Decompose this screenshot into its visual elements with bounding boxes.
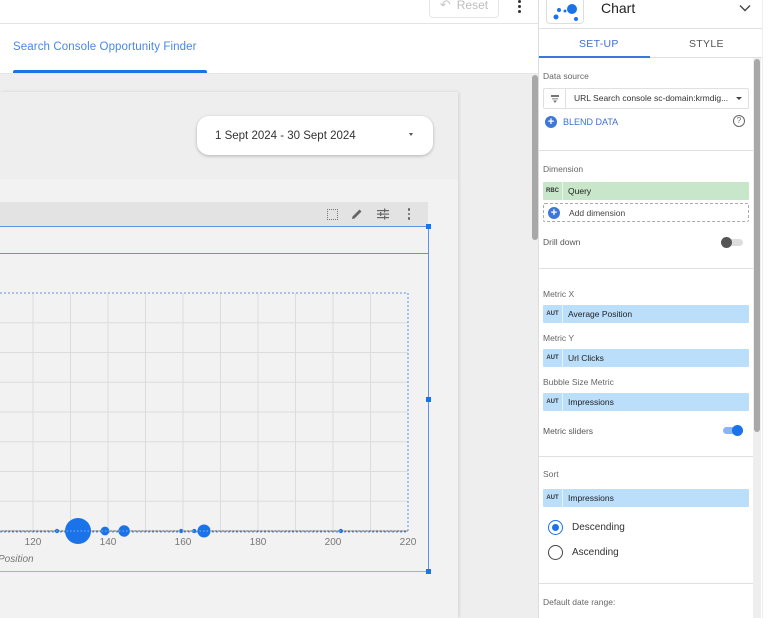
blend-data-label: BLEND DATA	[563, 117, 619, 127]
dropdown-caret-icon	[736, 97, 742, 100]
dimension-label: Dimension	[543, 164, 584, 174]
x-tick-label: 180	[249, 537, 267, 548]
properties-panel: Chart SET-UP STYLE Data source URL Searc…	[538, 0, 763, 618]
chart-toolbar	[0, 202, 428, 226]
section-divider	[539, 150, 753, 151]
database-filter-icon	[544, 89, 566, 108]
date-range-picker[interactable]: 1 Sept 2024 - 30 Sept 2024	[197, 116, 433, 155]
text-type-icon: RBC	[543, 182, 563, 200]
sort-chip[interactable]: AUT Impressions	[543, 489, 749, 507]
chevron-down-icon[interactable]	[739, 2, 751, 14]
add-dimension-button[interactable]: + Add dimension	[543, 203, 749, 222]
section-divider	[539, 583, 753, 584]
reset-button[interactable]: ↶ Reset	[429, 0, 499, 18]
tab-style[interactable]: STYLE	[689, 38, 724, 50]
add-circle-icon: +	[545, 116, 557, 128]
top-header: ↶ Reset	[0, 0, 538, 24]
resize-handle-top-right[interactable]	[426, 224, 431, 229]
metric-y-value: Url Clicks	[568, 353, 604, 363]
help-icon[interactable]: ?	[733, 115, 745, 127]
metric-sliders-toggle[interactable]	[721, 425, 743, 436]
chart-more-vert-icon[interactable]	[403, 208, 415, 220]
bubble-size-chip[interactable]: AUT Impressions	[543, 393, 749, 411]
tab-setup[interactable]: SET-UP	[579, 38, 619, 50]
metric-y-label: Metric Y	[543, 333, 575, 343]
auto-type-icon: AUT	[543, 305, 563, 323]
more-vert-icon[interactable]	[512, 0, 526, 16]
auto-type-icon: AUT	[543, 489, 563, 507]
sort-descending-label[interactable]: Descending	[572, 522, 625, 533]
panel-body: Data source URL Search console sc-domain…	[539, 58, 763, 618]
pencil-icon[interactable]	[351, 208, 363, 220]
active-tab-indicator	[13, 70, 207, 73]
x-tick-label: 220	[399, 537, 417, 548]
add-circle-icon: +	[548, 207, 560, 219]
sort-ascending-radio[interactable]	[548, 545, 563, 560]
x-tick-label: 160	[174, 537, 192, 548]
sort-value: Impressions	[568, 493, 614, 503]
page-tab-bar: Search Console Opportunity Finder	[0, 24, 538, 74]
right-edge-strip	[762, 0, 768, 618]
auto-type-icon: AUT	[543, 349, 563, 367]
dropdown-caret-icon	[409, 133, 413, 136]
blend-data-button[interactable]: + BLEND DATA	[545, 115, 618, 129]
reset-label: Reset	[456, 0, 489, 12]
panel-scrollbar-thumb[interactable]	[754, 59, 760, 432]
auto-type-icon: AUT	[543, 393, 563, 411]
dimension-value: Query	[568, 186, 592, 196]
x-tick-label: 120	[24, 537, 42, 548]
page-tab-search-console-opportunity-finder[interactable]: Search Console Opportunity Finder	[13, 41, 197, 53]
selection-border-top	[0, 226, 429, 227]
x-tick-label: 140	[99, 537, 117, 548]
metric-x-chip[interactable]: AUT Average Position	[543, 305, 749, 323]
metric-sliders-label: Metric sliders	[543, 426, 594, 436]
section-divider	[539, 268, 753, 269]
default-date-range-label: Default date range:	[543, 597, 616, 607]
sort-ascending-label[interactable]: Ascending	[572, 547, 619, 558]
drill-down-toggle[interactable]	[721, 237, 743, 248]
bubble-chart[interactable]	[0, 280, 430, 580]
sort-descending-radio[interactable]	[548, 520, 563, 535]
chart-header-row	[0, 227, 428, 253]
metric-x-label: Metric X	[543, 289, 575, 299]
panel-tabs: SET-UP STYLE	[539, 29, 763, 58]
bubble-size-label: Bubble Size Metric	[543, 377, 614, 387]
bubble-size-value: Impressions	[568, 397, 614, 407]
x-tick-label: 200	[324, 537, 342, 548]
drill-down-label: Drill down	[543, 237, 581, 247]
dimension-chip-query[interactable]: RBC Query	[543, 182, 749, 200]
bubble-chart-type-icon[interactable]	[546, 0, 584, 24]
section-divider	[539, 456, 753, 457]
data-source-label: Data source	[543, 71, 589, 81]
panel-title: Chart	[601, 0, 636, 16]
date-range-value: 1 Sept 2024 - 30 Sept 2024	[215, 129, 356, 142]
add-dimension-label: Add dimension	[569, 208, 626, 218]
x-axis-label: Position	[0, 554, 34, 565]
undo-icon: ↶	[439, 0, 451, 12]
chart-header-divider	[0, 253, 428, 254]
select-area-icon[interactable]	[327, 209, 338, 220]
tune-icon[interactable]	[377, 208, 389, 220]
panel-header: Chart	[539, 0, 763, 29]
app-root: ↶ Reset Search Console Opportunity Finde…	[0, 0, 768, 618]
sort-label: Sort	[543, 469, 559, 479]
metric-x-value: Average Position	[568, 309, 633, 319]
data-source-select[interactable]: URL Search console sc-domain:krmdig...	[543, 88, 749, 109]
metric-y-chip[interactable]: AUT Url Clicks	[543, 349, 749, 367]
data-source-value: URL Search console sc-domain:krmdig...	[574, 93, 729, 103]
